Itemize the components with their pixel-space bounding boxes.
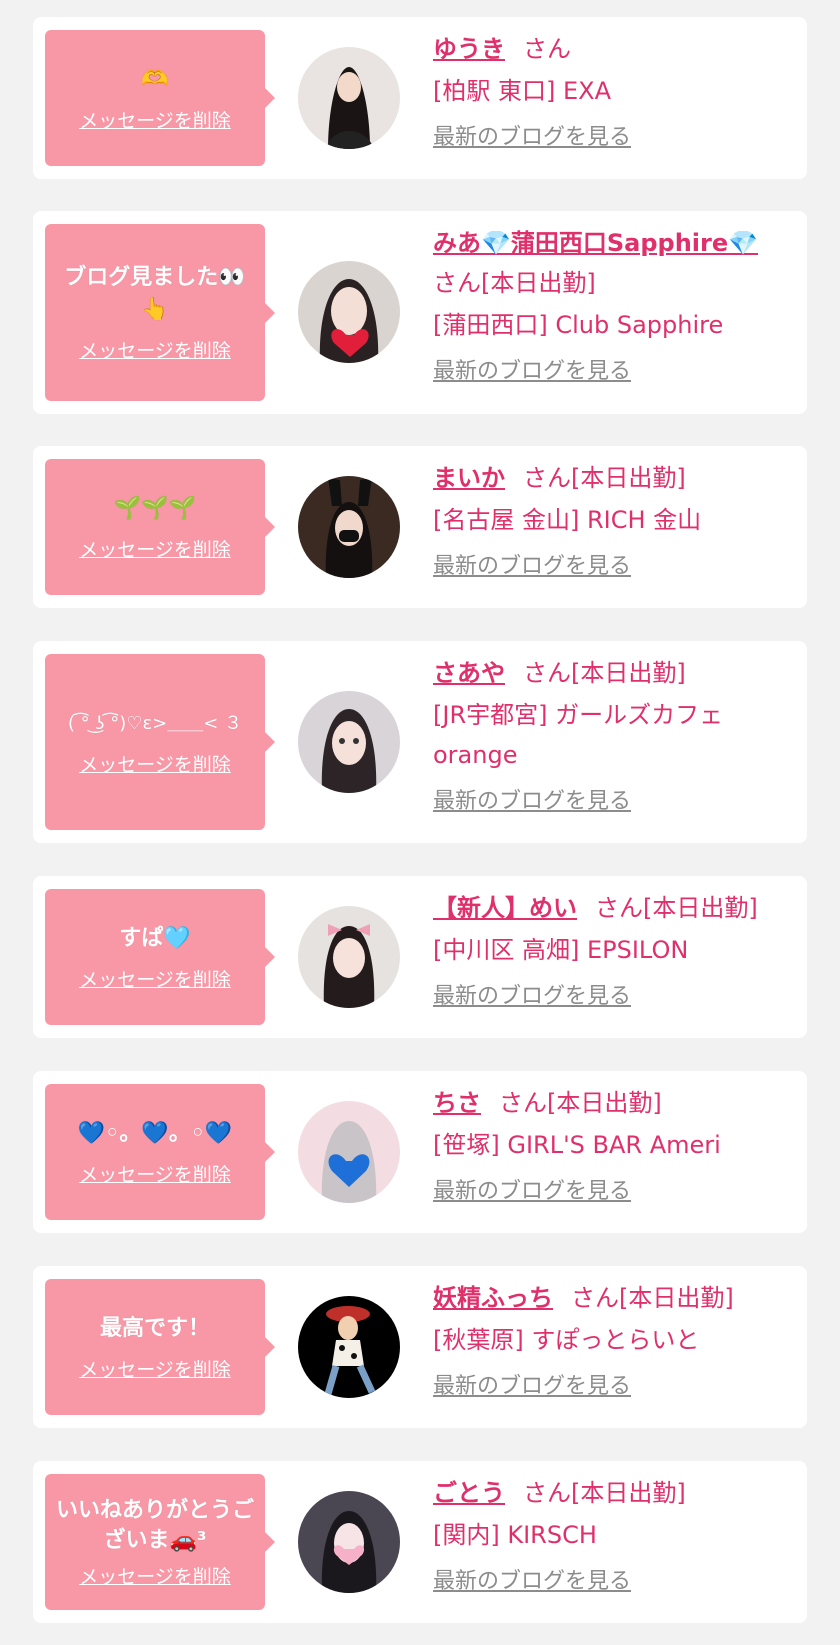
- status-text: さん[本日出勤]: [571, 1284, 734, 1312]
- avatar[interactable]: [298, 1491, 400, 1593]
- shop-name: [笹塚] GIRL'S BAR Ameri: [433, 1131, 721, 1159]
- girl-ribbon-icon: [298, 906, 400, 1008]
- profile-name-link[interactable]: ごとう: [433, 1479, 505, 1507]
- message-text: 💙◦。💙。◦💙: [77, 1120, 233, 1146]
- message-text: いいねありがとうございま🚗³: [55, 1497, 254, 1553]
- latest-blog-link[interactable]: 最新のブログを見る: [433, 1565, 631, 1599]
- profile-name-link[interactable]: さあや: [433, 659, 505, 687]
- profile-name-link[interactable]: まいか: [433, 464, 505, 492]
- status-text: さん[本日出勤]: [433, 269, 596, 297]
- delete-message-button[interactable]: メッセージを削除: [79, 106, 231, 133]
- list-item: ( ͡° ͜ʖ ͡°)♡ε>＿＿< ３ メッセージを削除 さあや さん[本日出勤]…: [33, 641, 807, 843]
- heart-face-icon: [298, 261, 400, 363]
- latest-blog-link[interactable]: 最新のブログを見る: [433, 980, 631, 1014]
- latest-blog-link[interactable]: 最新のブログを見る: [433, 550, 631, 584]
- status-text: さん[本日出勤]: [523, 659, 686, 687]
- avatar[interactable]: [298, 1296, 400, 1398]
- list-item: ブログ見ました👀👆 メッセージを削除 みあ💎蒲田西口Sapphire💎 さん[本…: [33, 211, 807, 414]
- delete-message-button[interactable]: メッセージを削除: [79, 1355, 231, 1382]
- profile-info: ちさ さん[本日出勤] [笹塚] GIRL'S BAR Ameri 最新のブログを…: [433, 1083, 791, 1209]
- shop-name: [関内] KIRSCH: [433, 1521, 597, 1549]
- status-text: さん[本日出勤]: [523, 464, 686, 492]
- delete-message-button[interactable]: メッセージを削除: [79, 750, 231, 777]
- status-text: さん[本日出勤]: [523, 1479, 686, 1507]
- message-bubble: ブログ見ました👀👆 メッセージを削除: [45, 224, 275, 401]
- message-text: すぱ🩵: [119, 925, 191, 951]
- message-bubble: 🫶 メッセージを削除: [45, 30, 275, 166]
- list-item: いいねありがとうございま🚗³ メッセージを削除 ごとう さん[本日出勤] [関内]…: [33, 1461, 807, 1623]
- shop-name: [秋葉原] すぽっとらいと: [433, 1326, 700, 1354]
- list-item: 最高です！ メッセージを削除 妖精ふっち さん[本日出勤] [秋葉原] すぽっとら…: [33, 1266, 807, 1428]
- avatar[interactable]: [298, 906, 400, 1008]
- delete-message-button[interactable]: メッセージを削除: [79, 965, 231, 992]
- delete-message-button[interactable]: メッセージを削除: [79, 336, 231, 363]
- profile-info: みあ💎蒲田西口Sapphire💎 さん[本日出勤] [蒲田西口] Club Sa…: [433, 223, 791, 389]
- profile-info: ごとう さん[本日出勤] [関内] KIRSCH 最新のブログを見る: [433, 1473, 791, 1599]
- bunny-girl-icon: [298, 476, 400, 578]
- profile-name-link[interactable]: ゆうき: [433, 35, 505, 63]
- delete-message-button[interactable]: メッセージを削除: [79, 1562, 231, 1589]
- message-bubble: 🌱🌱🌱 メッセージを削除: [45, 459, 275, 595]
- delete-message-button[interactable]: メッセージを削除: [79, 535, 231, 562]
- message-bubble: いいねありがとうございま🚗³ メッセージを削除: [45, 1474, 275, 1610]
- shop-name: [中川区 高畑] EPSILON: [433, 936, 689, 964]
- profile-info: さあや さん[本日出勤] [JR宇都宮] ガールズカフェ orange 最新のブロ…: [433, 653, 791, 819]
- latest-blog-link[interactable]: 最新のブログを見る: [433, 785, 631, 819]
- message-text: ( ͡° ͜ʖ ͡°)♡ε>＿＿< ３: [67, 712, 243, 734]
- avatar[interactable]: [298, 1101, 400, 1203]
- profile-info: 妖精ふっち さん[本日出勤] [秋葉原] すぽっとらいと 最新のブログを見る: [433, 1278, 791, 1404]
- message-bubble: 最高です！ メッセージを削除: [45, 1279, 275, 1415]
- profile-name-link[interactable]: 【新人】めい: [433, 894, 577, 922]
- profile-name-link[interactable]: ちさ: [433, 1089, 481, 1117]
- profile-name-link[interactable]: 妖精ふっち: [433, 1284, 553, 1312]
- status-text: さん: [523, 35, 571, 63]
- list-item: 🌱🌱🌱 メッセージを削除 まいか さん[本日出勤] [名古屋 金山] RICH 金…: [33, 446, 807, 608]
- shop-name: [柏駅 東口] EXA: [433, 77, 612, 105]
- blue-heart-face-icon: [298, 1101, 400, 1203]
- shop-name: [JR宇都宮] ガールズカフェ orange: [433, 701, 724, 769]
- shop-name: [名古屋 金山] RICH 金山: [433, 506, 702, 534]
- list-item: すぱ🩵 メッセージを削除 【新人】めい さん[本日出勤] [中川区 高畑] EPS…: [33, 876, 807, 1038]
- latest-blog-link[interactable]: 最新のブログを見る: [433, 1175, 631, 1209]
- profile-name-link[interactable]: みあ💎蒲田西口Sapphire💎: [433, 229, 758, 257]
- profile-info: まいか さん[本日出勤] [名古屋 金山] RICH 金山 最新のブログを見る: [433, 458, 791, 584]
- latest-blog-link[interactable]: 最新のブログを見る: [433, 355, 631, 389]
- list-item: 💙◦。💙。◦💙 メッセージを削除 ちさ さん[本日出勤] [笹塚] GIRL'S …: [33, 1071, 807, 1233]
- girl-portrait-icon: [298, 691, 400, 793]
- latest-blog-link[interactable]: 最新のブログを見る: [433, 1370, 631, 1404]
- avatar[interactable]: [298, 47, 400, 149]
- profile-info: ゆうき さん [柏駅 東口] EXA 最新のブログを見る: [433, 29, 791, 155]
- message-text: 🫶: [141, 66, 169, 92]
- message-text: 最高です！: [99, 1315, 210, 1341]
- avatar[interactable]: [298, 691, 400, 793]
- status-text: さん[本日出勤]: [595, 894, 758, 922]
- status-text: さん[本日出勤]: [499, 1089, 662, 1117]
- shop-name: [蒲田西口] Club Sapphire: [433, 311, 724, 339]
- avatar[interactable]: [298, 476, 400, 578]
- avatar[interactable]: [298, 261, 400, 363]
- cowgirl-character-icon: [298, 1296, 400, 1398]
- profile-info: 【新人】めい さん[本日出勤] [中川区 高畑] EPSILON 最新のブログを見…: [433, 888, 791, 1014]
- woman-portrait-icon: [298, 47, 400, 149]
- message-text: 🌱🌱🌱: [113, 495, 197, 521]
- message-text: ブログ見ました👀👆: [64, 265, 246, 322]
- message-bubble: ( ͡° ͜ʖ ͡°)♡ε>＿＿< ３ メッセージを削除: [45, 654, 275, 830]
- message-bubble: すぱ🩵 メッセージを削除: [45, 889, 275, 1025]
- message-bubble: 💙◦。💙。◦💙 メッセージを削除: [45, 1084, 275, 1220]
- latest-blog-link[interactable]: 最新のブログを見る: [433, 121, 631, 155]
- delete-message-button[interactable]: メッセージを削除: [79, 1160, 231, 1187]
- list-item: 🫶 メッセージを削除 ゆうき さん [柏駅 東口] EXA 最新のブログを見る: [33, 17, 807, 179]
- dark-hair-girl-icon: [298, 1491, 400, 1593]
